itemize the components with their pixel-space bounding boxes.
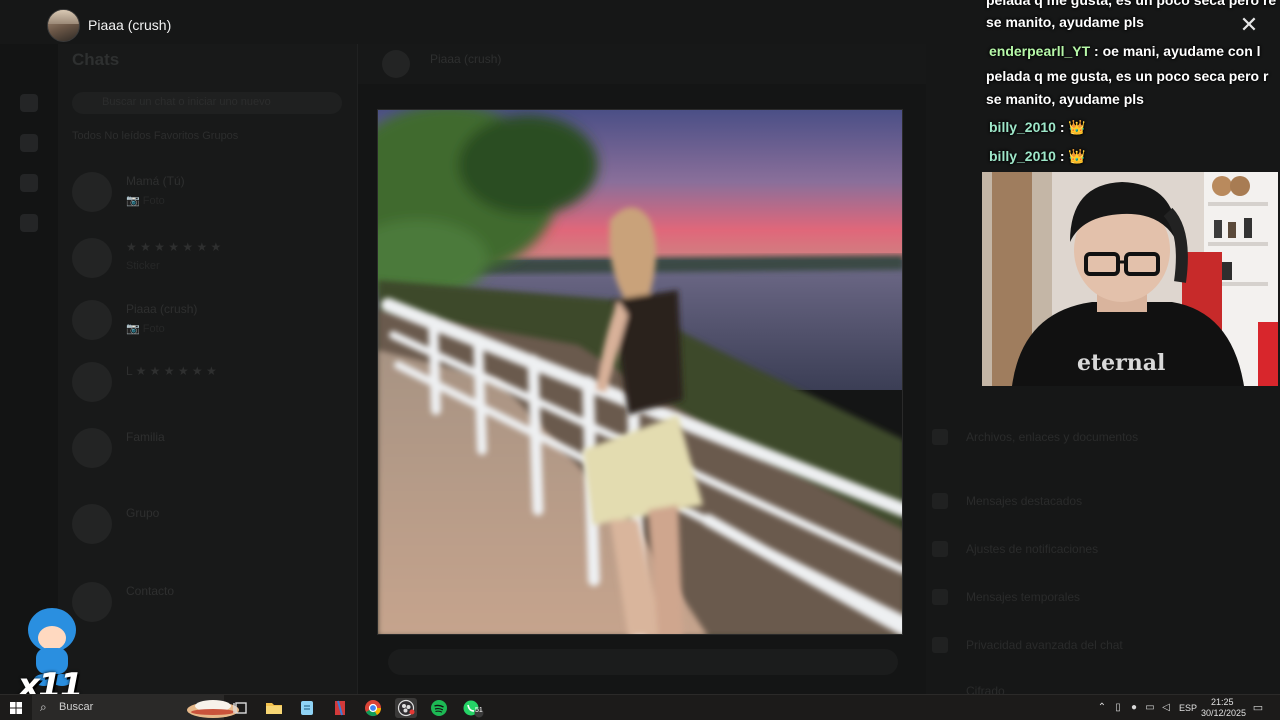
info-temporary[interactable]: Mensajes temporales <box>966 590 1080 604</box>
chat-row[interactable]: Familia <box>72 420 352 476</box>
info-starred[interactable]: Mensajes destacados <box>966 494 1082 508</box>
chat-username: billy_2010 <box>989 148 1056 164</box>
whatsapp-icon[interactable]: 51 <box>461 698 484 718</box>
chat-name: ★ ★ ★ ★ ★ ★ ★ <box>126 240 222 254</box>
chat-row[interactable]: Contacto <box>72 574 352 630</box>
windows-taskbar: ⌕ Buscar 51 ⌃ ▯ ● ▭ ◁ ESP 21:25 30/12/20… <box>0 694 1280 720</box>
chevron-up-icon[interactable]: ⌃ <box>1096 702 1108 714</box>
status-icon[interactable] <box>20 134 38 152</box>
chat-search-input[interactable]: Buscar un chat o iniciar uno nuevo <box>72 92 342 114</box>
search-placeholder: Buscar un chat o iniciar uno nuevo <box>102 96 271 108</box>
chat-text: : 👑 <box>1055 148 1086 164</box>
chat-name: Piaaa (crush) <box>126 302 198 316</box>
screen: Chats Buscar un chat o iniciar uno nuevo… <box>0 0 1280 720</box>
svg-text:eternal: eternal <box>1077 350 1165 376</box>
media-viewer-header: Piaaa (crush) <box>0 0 980 50</box>
chat-text: pelada q me gusta, es un poco seca pero … <box>986 0 1277 8</box>
chat-text: se manito, ayudame pls <box>986 91 1144 107</box>
chat-name: Mamá (Tú) <box>126 174 185 188</box>
chat-name: L ★ ★ ★ ★ ★ ★ <box>126 364 217 378</box>
nav-rail <box>0 44 58 694</box>
chat-message: enderpearll_YT : oe mani, ayudame con l <box>986 40 1280 62</box>
chat-message: billy_2010 : 👑 <box>986 145 1280 167</box>
search-icon: ⌕ <box>40 700 47 714</box>
chat-row[interactable]: Grupo <box>72 496 352 552</box>
chat-preview: 📷 Foto <box>126 195 165 207</box>
communities-icon[interactable] <box>20 214 38 232</box>
chats-title: Chats <box>72 50 120 69</box>
avatar <box>382 50 410 78</box>
files-icon <box>932 429 948 445</box>
whatsapp-badge: 51 <box>475 707 483 714</box>
chats-icon[interactable] <box>20 94 38 112</box>
avatar <box>72 504 112 544</box>
chat-list-panel: Chats Buscar un chat o iniciar uno nuevo… <box>58 44 358 694</box>
viewed-photo <box>377 109 903 635</box>
chat-message: se manito, ayudame pls <box>986 11 1280 33</box>
photo-illustration <box>378 110 902 634</box>
taskbar-search[interactable]: ⌕ Buscar <box>32 695 239 720</box>
clock-time[interactable]: 21:25 <box>1211 697 1234 707</box>
stream-chat-overlay: pelada q me gusta, es un poco seca pero … <box>982 0 1280 172</box>
chat-row[interactable]: L ★ ★ ★ ★ ★ ★ <box>72 354 352 410</box>
chat-username: enderpearll_YT <box>989 43 1091 59</box>
language-indicator[interactable]: ESP <box>1179 703 1197 713</box>
chat-preview: 📷 Foto <box>126 323 165 335</box>
obs-icon[interactable] <box>395 698 417 718</box>
task-view-icon[interactable] <box>230 698 252 718</box>
chrome-icon[interactable] <box>362 698 384 718</box>
contact-name[interactable]: Piaaa (crush) <box>88 17 171 33</box>
chat-row[interactable]: Mamá (Tú) 📷 Foto <box>72 164 352 220</box>
conversation-header: Piaaa (crush) <box>358 44 926 84</box>
chat-username: billy_2010 <box>989 119 1056 135</box>
avatar <box>72 300 112 340</box>
avatar <box>72 362 112 402</box>
search-label: Buscar <box>59 701 94 713</box>
chat-text: : oe mani, ayudame con l <box>1090 43 1261 59</box>
app-icon[interactable] <box>329 698 351 718</box>
volume-icon[interactable]: ◁ <box>1160 702 1172 714</box>
chat-name: Contacto <box>126 584 175 598</box>
chat-message: pelada q me gusta, es un poco seca pero … <box>986 65 1280 87</box>
chat-text: se manito, ayudame pls <box>986 14 1144 30</box>
webcam-illustration: eternal <box>982 172 1278 386</box>
chat-message: billy_2010 : 👑 <box>986 116 1280 138</box>
close-icon[interactable]: ✕ <box>1238 14 1260 36</box>
chat-text: pelada q me gusta, es un poco seca pero … <box>986 68 1269 84</box>
chat-name: Grupo <box>126 506 160 520</box>
network-icon[interactable]: ▭ <box>1144 702 1156 714</box>
spotify-icon[interactable] <box>428 698 450 718</box>
info-privacy[interactable]: Privacidad avanzada del chat <box>966 638 1123 652</box>
start-icon[interactable] <box>4 698 28 718</box>
file-explorer-icon[interactable] <box>263 698 285 718</box>
avatar[interactable] <box>47 9 80 42</box>
notepad-icon[interactable] <box>296 698 318 718</box>
chat-message: pelada q me gusta, es un poco seca pero … <box>986 0 1280 11</box>
chat-message: se manito, ayudame pls <box>986 88 1280 110</box>
clock-date[interactable]: 30/12/2025 <box>1201 708 1246 718</box>
chat-filters[interactable]: Todos No leídos Favoritos Grupos <box>72 130 238 142</box>
chat-preview: Sticker <box>126 260 160 272</box>
avatar <box>72 238 112 278</box>
info-notifications[interactable]: Ajustes de notificaciones <box>966 542 1098 556</box>
chat-name: Familia <box>126 430 165 444</box>
conversation-name: Piaaa (crush) <box>430 52 502 66</box>
notification-icon[interactable]: ▭ <box>1252 702 1264 714</box>
device-icon[interactable]: ▯ <box>1112 702 1124 714</box>
chat-row[interactable]: ★ ★ ★ ★ ★ ★ ★ Sticker <box>72 230 352 286</box>
microphone-icon[interactable]: ● <box>1128 702 1140 714</box>
webcam-feed: eternal <box>982 172 1278 386</box>
bell-icon <box>932 541 948 557</box>
avatar <box>72 172 112 212</box>
timer-icon <box>932 589 948 605</box>
message-input[interactable] <box>388 649 898 675</box>
chat-row[interactable]: Piaaa (crush) 📷 Foto <box>72 292 352 348</box>
shield-icon <box>932 637 948 653</box>
chat-text: : 👑 <box>1055 119 1086 135</box>
star-icon <box>932 493 948 509</box>
info-files[interactable]: Archivos, enlaces y documentos <box>966 430 1138 444</box>
avatar <box>72 428 112 468</box>
channels-icon[interactable] <box>20 174 38 192</box>
